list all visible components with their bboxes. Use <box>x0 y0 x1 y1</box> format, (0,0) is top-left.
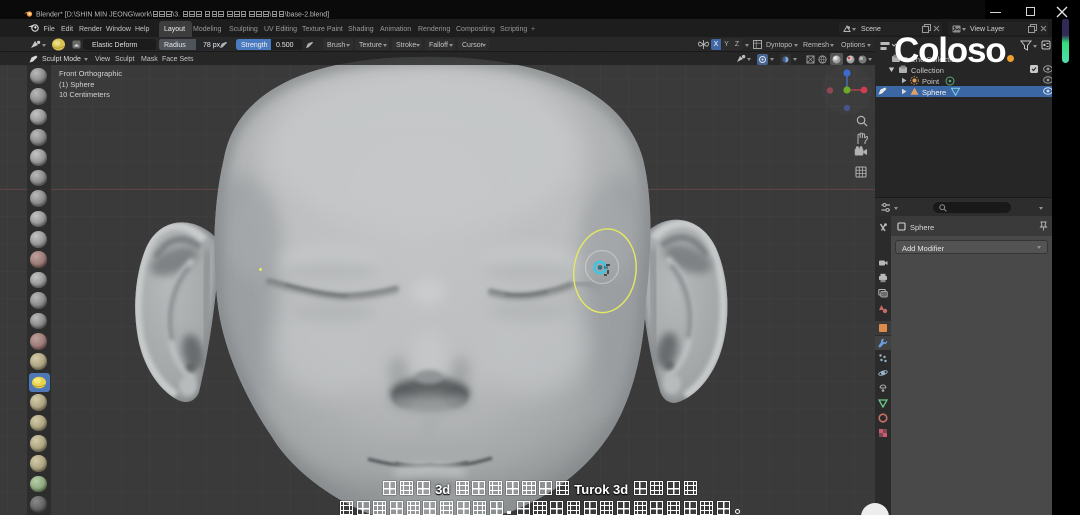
svg-text:M: M <box>604 265 608 270</box>
